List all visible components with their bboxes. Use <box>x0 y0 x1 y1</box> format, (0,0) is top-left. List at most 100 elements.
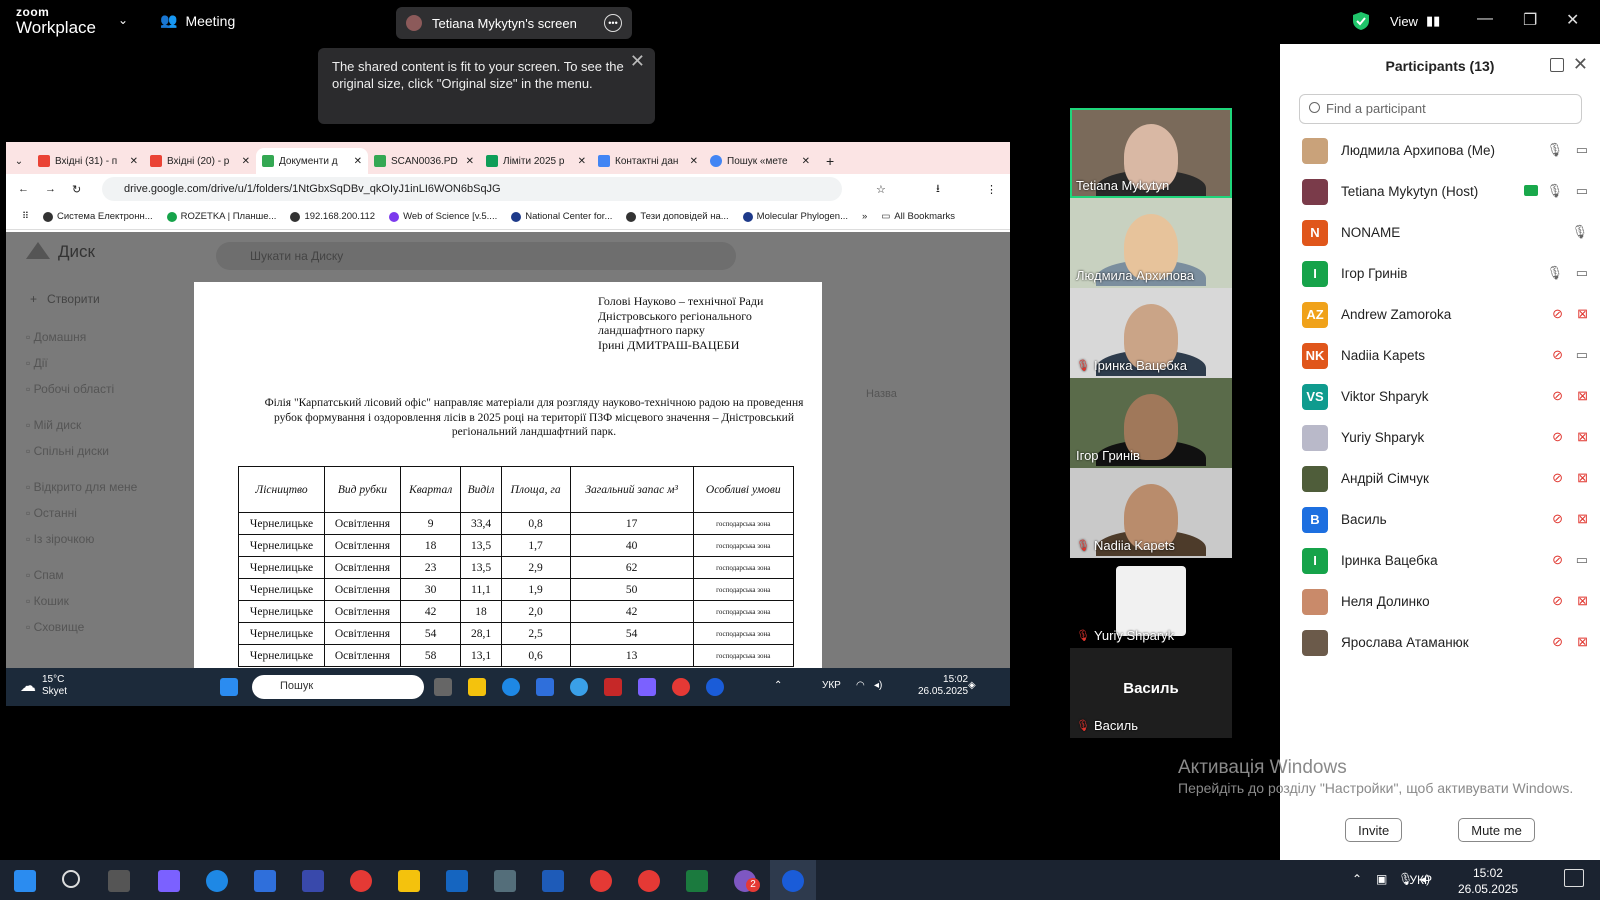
participant-row[interactable]: N NONAME 🎙 <box>1280 212 1600 253</box>
mic-muted-icon[interactable]: ⊘ <box>1552 593 1563 609</box>
tab-search-icon[interactable]: ⌄ <box>6 156 32 167</box>
participant-row[interactable]: В Василь ⊘ ⊠ <box>1280 499 1600 540</box>
tooltip-close-icon[interactable]: ✕ <box>630 52 645 70</box>
chrome-icon[interactable] <box>672 678 690 696</box>
mic-muted-icon[interactable]: ⊘ <box>1552 429 1563 445</box>
drive-list-header[interactable]: Назва <box>866 388 897 400</box>
tab-close-icon[interactable]: ✕ <box>690 156 698 167</box>
store-icon[interactable] <box>254 870 276 892</box>
bookmark[interactable]: 192.168.200.112 <box>290 211 375 222</box>
taskbar-search[interactable]: Пошук <box>252 675 424 699</box>
drive-nav-item[interactable]: ▫ Кошик <box>26 594 137 608</box>
task-view-icon[interactable] <box>108 870 130 892</box>
word-icon[interactable] <box>542 870 564 892</box>
calculator-icon[interactable] <box>494 870 516 892</box>
edge-icon[interactable] <box>502 678 520 696</box>
store-icon[interactable] <box>536 678 554 696</box>
video-tile[interactable]: 🎙 Nadiia Kapets <box>1070 468 1232 558</box>
browser-tab-active[interactable]: Документи д ✕ <box>256 148 368 174</box>
tab-close-icon[interactable]: ✕ <box>578 156 586 167</box>
app-icon[interactable] <box>570 678 588 696</box>
browser-tab[interactable]: Вхідні (20) - р ✕ <box>144 148 256 174</box>
mic-icon[interactable]: 🎙 <box>1571 224 1588 240</box>
back-icon[interactable]: ← <box>18 183 29 195</box>
drive-nav-item[interactable]: ▫ Дії <box>26 356 137 370</box>
new-tab-icon[interactable]: + <box>826 153 834 169</box>
camera-icon[interactable]: ▭ <box>1576 552 1588 568</box>
drive-search-field[interactable]: Шукати на Диску <box>216 242 736 270</box>
browser-tab[interactable]: SCAN0036.PD ✕ <box>368 148 480 174</box>
restore-icon[interactable]: ❐ <box>1523 10 1537 30</box>
participant-row[interactable]: Андрій Сімчук ⊘ ⊠ <box>1280 458 1600 499</box>
taskbar-lang[interactable]: УКР <box>1409 873 1432 887</box>
tab-close-icon[interactable]: ✕ <box>802 156 810 167</box>
volume-icon[interactable]: ◂) <box>874 680 882 691</box>
tab-close-icon[interactable]: ✕ <box>242 156 250 167</box>
browser-tab[interactable]: Ліміти 2025 р ✕ <box>480 148 592 174</box>
drive-nav-item[interactable]: ▫ Останні <box>26 506 137 520</box>
file-explorer-icon[interactable] <box>398 870 420 892</box>
chrome-icon[interactable] <box>638 870 660 892</box>
search-icon[interactable] <box>62 870 80 888</box>
mute-me-button[interactable]: Mute me <box>1458 818 1535 842</box>
browser-tab[interactable]: Контактні дан ✕ <box>592 148 704 174</box>
participant-row[interactable]: AZ Andrew Zamoroka ⊘ ⊠ <box>1280 294 1600 335</box>
video-tile[interactable]: 🎙 Yuriy Shparyk <box>1070 558 1232 648</box>
app-icon[interactable] <box>302 870 324 892</box>
drive-nav-item[interactable]: ▫ Сховище <box>26 620 137 634</box>
find-participant-input[interactable]: Find a participant <box>1299 94 1582 124</box>
copilot-icon[interactable] <box>638 678 656 696</box>
tab-close-icon[interactable]: ✕ <box>354 156 362 167</box>
outlook-icon[interactable] <box>446 870 468 892</box>
mic-icon[interactable]: 🎙 <box>1546 265 1563 281</box>
bookmark[interactable]: Тези доповідей на... <box>626 211 729 222</box>
close-panel-icon[interactable]: ✕ <box>1573 54 1588 75</box>
video-tile[interactable]: Людмила Архипова <box>1070 198 1232 288</box>
meeting-menu-button[interactable]: 👥 Meeting <box>160 12 235 29</box>
wifi-icon[interactable]: ◠ <box>856 680 865 691</box>
camera-icon[interactable]: ▭ <box>1576 183 1588 199</box>
mic-muted-icon[interactable]: ⊘ <box>1552 347 1563 363</box>
all-bookmarks[interactable]: ▭ All Bookmarks <box>881 211 955 222</box>
mic-muted-icon[interactable]: ⊘ <box>1552 388 1563 404</box>
edge-icon[interactable] <box>206 870 228 892</box>
bookmark[interactable]: Система Електронн... <box>42 211 153 222</box>
bookmark[interactable]: Molecular Phylogen... <box>742 211 848 222</box>
camera-off-icon[interactable]: ⊠ <box>1577 634 1588 650</box>
browser-tab[interactable]: Вхідні (31) - п ✕ <box>32 148 144 174</box>
bookmark[interactable]: National Center for... <box>511 211 612 222</box>
more-bookmarks-icon[interactable]: » <box>862 211 867 222</box>
security-shield-icon[interactable] <box>1352 11 1370 31</box>
mic-muted-icon[interactable]: ⊘ <box>1552 634 1563 650</box>
mic-icon[interactable]: 🎙 <box>1546 183 1563 199</box>
mic-muted-icon[interactable]: ⊘ <box>1552 511 1563 527</box>
participant-row[interactable]: Yuriy Shparyk ⊘ ⊠ <box>1280 417 1600 458</box>
notifications-icon[interactable]: ◈ <box>968 680 976 691</box>
video-tile[interactable]: Ігор Гринів <box>1070 378 1232 468</box>
camera-off-icon[interactable]: ⊠ <box>1577 511 1588 527</box>
drive-nav-item[interactable]: ▫ Домашня <box>26 330 137 344</box>
notifications-icon[interactable] <box>1564 869 1584 887</box>
drive-new-button[interactable]: + Створити <box>30 292 100 306</box>
drive-nav-item[interactable]: ▫ Спам <box>26 568 137 582</box>
mic-muted-icon[interactable]: ⊘ <box>1552 552 1563 568</box>
popout-icon[interactable] <box>1550 58 1564 72</box>
drive-nav-item[interactable]: ▫ Робочі області <box>26 382 137 396</box>
apps-icon[interactable]: ⠿ <box>22 211 29 222</box>
taskbar-clock[interactable]: 15:02 26.05.2025 <box>918 674 968 698</box>
more-options-icon[interactable]: ••• <box>604 14 622 32</box>
camera-off-icon[interactable]: ⊠ <box>1577 388 1588 404</box>
copilot-icon[interactable] <box>158 870 180 892</box>
camera-icon[interactable]: ▭ <box>1576 265 1588 281</box>
camera-off-icon[interactable]: ⊠ <box>1577 429 1588 445</box>
star-icon[interactable]: ☆ <box>876 183 886 196</box>
mic-muted-icon[interactable]: ⊘ <box>1552 470 1563 486</box>
camera-off-icon[interactable]: ⊠ <box>1577 306 1588 322</box>
drive-nav-item[interactable]: ▫ Відкрито для мене <box>26 480 137 494</box>
taskbar-lang[interactable]: УКР <box>822 680 841 691</box>
windows-start-icon[interactable] <box>14 870 36 892</box>
video-tile[interactable]: Tetiana Mykytyn <box>1070 108 1232 198</box>
tab-close-icon[interactable]: ✕ <box>130 156 138 167</box>
camera-icon[interactable]: ▭ <box>1576 142 1588 158</box>
reload-icon[interactable]: ↻ <box>72 183 81 196</box>
